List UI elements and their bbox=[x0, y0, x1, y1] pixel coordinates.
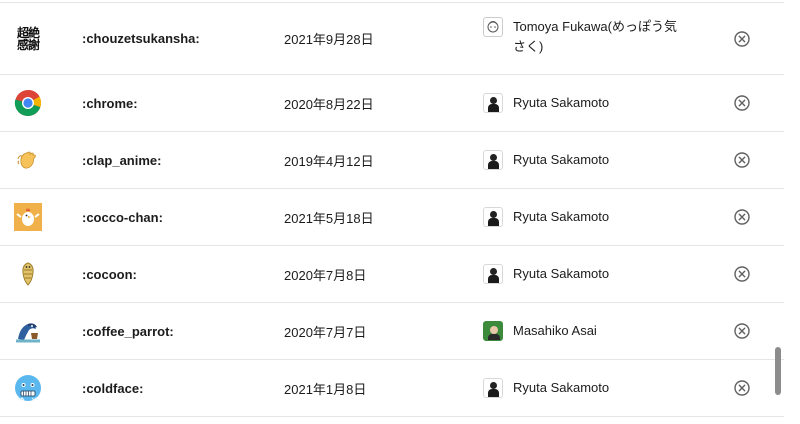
emoji-date: 2021年9月28日 bbox=[284, 32, 374, 47]
table-row: :coffee_parrot: 2020年7月7日 Masahiko Asai bbox=[0, 303, 784, 360]
remove-button[interactable] bbox=[733, 132, 751, 188]
uploader-name[interactable]: Tomoya Fukawa(めっぽう気さく) bbox=[513, 17, 683, 57]
circle-x-icon bbox=[734, 95, 750, 111]
cold-face-icon bbox=[12, 360, 44, 416]
circle-x-icon bbox=[734, 323, 750, 339]
chouzetsukansha-emoji-icon: 超絶感謝 bbox=[12, 3, 44, 74]
table-row: :coldface: 2021年1月8日 Ryuta Sakamoto bbox=[0, 360, 784, 417]
remove-button[interactable] bbox=[733, 3, 751, 74]
emoji-name: :chrome: bbox=[82, 95, 138, 111]
circle-x-icon bbox=[734, 152, 750, 168]
remove-button[interactable] bbox=[733, 303, 751, 359]
uploader-name[interactable]: Ryuta Sakamoto bbox=[513, 93, 609, 113]
parrot-icon bbox=[12, 303, 44, 359]
scrollbar-thumb[interactable] bbox=[775, 347, 781, 395]
uploader: Ryuta Sakamoto bbox=[483, 75, 683, 131]
table-row: :cocco-chan: 2021年5月18日 Ryuta Sakamoto bbox=[0, 189, 784, 246]
emoji-name: :cocoon: bbox=[82, 266, 137, 282]
uploader: Ryuta Sakamoto bbox=[483, 132, 683, 188]
emoji-date: 2021年1月8日 bbox=[284, 381, 367, 397]
remove-button[interactable] bbox=[733, 360, 751, 416]
uploader-name[interactable]: Masahiko Asai bbox=[513, 321, 597, 341]
uploader: Tomoya Fukawa(めっぽう気さく) bbox=[483, 17, 683, 74]
uploader: Masahiko Asai bbox=[483, 303, 683, 359]
circle-x-icon bbox=[734, 209, 750, 225]
avatar[interactable] bbox=[483, 207, 503, 227]
table-row: :cocoon: 2020年7月8日 Ryuta Sakamoto bbox=[0, 246, 784, 303]
table-row: :chrome: 2020年8月22日 Ryuta Sakamoto bbox=[0, 75, 784, 132]
emoji-date: 2019年4月12日 bbox=[284, 153, 374, 169]
clapping-hands-icon bbox=[12, 132, 44, 188]
avatar[interactable] bbox=[483, 378, 503, 398]
emoji-date: 2020年7月8日 bbox=[284, 267, 367, 283]
avatar[interactable] bbox=[483, 150, 503, 170]
emoji-date: 2020年8月22日 bbox=[284, 96, 374, 112]
avatar[interactable] bbox=[483, 17, 503, 37]
emoji-lettering: 超絶感謝 bbox=[16, 25, 40, 52]
circle-x-icon bbox=[734, 380, 750, 396]
uploader-name[interactable]: Ryuta Sakamoto bbox=[513, 264, 609, 284]
table-row: 超絶感謝 :chouzetsukansha: 2021年9月28日 Tomoya… bbox=[0, 3, 784, 75]
avatar[interactable] bbox=[483, 321, 503, 341]
uploader: Ryuta Sakamoto bbox=[483, 189, 683, 245]
remove-button[interactable] bbox=[733, 246, 751, 302]
cocoon-icon bbox=[12, 246, 44, 302]
emoji-name: :clap_anime: bbox=[82, 152, 162, 168]
remove-button[interactable] bbox=[733, 75, 751, 131]
uploader: Ryuta Sakamoto bbox=[483, 246, 683, 302]
emoji-name: :coffee_parrot: bbox=[82, 323, 174, 339]
table-row: :clap_anime: 2019年4月12日 Ryuta Sakamoto bbox=[0, 132, 784, 189]
uploader: Ryuta Sakamoto bbox=[483, 360, 683, 416]
emoji-name: :cocco-chan: bbox=[82, 209, 163, 225]
emoji-date: 2020年7月7日 bbox=[284, 324, 367, 340]
remove-button[interactable] bbox=[733, 189, 751, 245]
emoji-date: 2021年5月18日 bbox=[284, 210, 374, 226]
uploader-name[interactable]: Ryuta Sakamoto bbox=[513, 378, 609, 398]
emoji-name: :chouzetsukansha: bbox=[82, 31, 200, 46]
uploader-name[interactable]: Ryuta Sakamoto bbox=[513, 207, 609, 227]
emoji-name: :coldface: bbox=[82, 380, 144, 396]
uploader-name[interactable]: Ryuta Sakamoto bbox=[513, 150, 609, 170]
avatar[interactable] bbox=[483, 93, 503, 113]
circle-x-icon bbox=[734, 266, 750, 282]
circle-x-icon bbox=[734, 30, 750, 47]
chicken-icon bbox=[12, 189, 44, 245]
chrome-logo-icon bbox=[12, 75, 44, 131]
avatar[interactable] bbox=[483, 264, 503, 284]
